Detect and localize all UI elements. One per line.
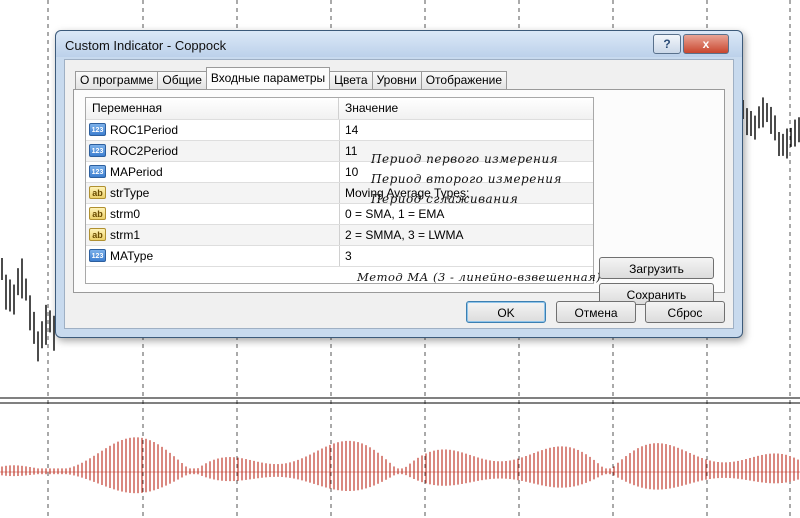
handwritten-note: Период первого измерения [371, 152, 559, 166]
help-button[interactable]: ? [653, 34, 681, 54]
column-header-variable[interactable]: Переменная [86, 98, 339, 119]
variable-name: strm1 [110, 228, 140, 242]
window-title: Custom Indicator - Coppock [65, 38, 227, 53]
tab-inputs[interactable]: Входные параметры [205, 67, 331, 89]
column-header-value[interactable]: Значение [339, 98, 592, 119]
variable-name: MAPeriod [110, 165, 163, 179]
value-cell[interactable]: 14 [340, 120, 593, 140]
variable-cell: ab strm1 [86, 225, 340, 245]
value-text[interactable]: 14 [345, 120, 358, 140]
variable-cell: 123 ROC2Period [86, 141, 340, 161]
variable-name: ROC2Period [110, 144, 179, 158]
variable-cell: ab strm0 [86, 204, 340, 224]
load-button[interactable]: Загрузить [599, 257, 714, 279]
cancel-button[interactable]: Отмена [556, 301, 636, 323]
value-cell[interactable]: 3 [340, 246, 593, 266]
tab-colors[interactable]: Цвета [329, 71, 373, 89]
integer-icon: 123 [89, 165, 106, 178]
custom-indicator-dialog: Custom Indicator - Coppock ? x О програм… [55, 30, 743, 338]
tab-about[interactable]: О программе [75, 71, 159, 89]
table-row[interactable]: ab strm1 2 = SMMA, 3 = LWMA [86, 225, 593, 246]
value-text[interactable]: 3 [345, 246, 352, 266]
string-icon: ab [89, 186, 106, 199]
coppock-histogram [1, 437, 799, 494]
close-button[interactable]: x [683, 34, 729, 54]
tab-strip: О программе Общие Входные параметры Цвет… [75, 67, 508, 89]
table-row[interactable]: ab strm0 0 = SMA, 1 = EMA [86, 204, 593, 225]
variable-name: MAType [110, 249, 154, 263]
tab-levels[interactable]: Уровни [371, 71, 422, 89]
variable-name: ROC1Period [110, 123, 179, 137]
value-cell[interactable]: 0 = SMA, 1 = EMA [340, 204, 593, 224]
value-text[interactable]: 0 = SMA, 1 = EMA [345, 204, 444, 224]
title-bar[interactable]: Custom Indicator - Coppock ? x [56, 31, 742, 57]
table-row[interactable]: 123 ROC1Period 14 [86, 120, 593, 141]
parameters-table: Переменная Значение 123 ROC1Period 14 12… [85, 97, 594, 284]
ok-button[interactable]: OK [466, 301, 546, 323]
table-row[interactable]: 123 MAType 3 [86, 246, 593, 267]
string-icon: ab [89, 228, 106, 241]
integer-icon: 123 [89, 123, 106, 136]
variable-cell: 123 MAPeriod [86, 162, 340, 182]
value-text[interactable]: 2 = SMMA, 3 = LWMA [345, 225, 463, 245]
integer-icon: 123 [89, 249, 106, 262]
handwritten-note: Период второго измерения [371, 172, 562, 186]
inputs-panel: Переменная Значение 123 ROC1Period 14 12… [73, 89, 725, 305]
string-icon: ab [89, 207, 106, 220]
reset-button[interactable]: Сброс [645, 301, 725, 323]
tab-common[interactable]: Общие [157, 71, 207, 89]
integer-icon: 123 [89, 144, 106, 157]
variable-cell: 123 ROC1Period [86, 120, 340, 140]
variable-name: strm0 [110, 207, 140, 221]
variable-cell: ab strType [86, 183, 340, 203]
value-text[interactable]: 11 [345, 141, 357, 161]
handwritten-note: Метод МА (3 - линейно-взвешенная) [357, 270, 602, 284]
handwritten-note: Период сглаживания [371, 192, 519, 206]
tab-visualization[interactable]: Отображение [420, 71, 508, 89]
variable-name: strType [110, 186, 150, 200]
table-header: Переменная Значение [86, 98, 593, 120]
variable-cell: 123 MAType [86, 246, 340, 266]
dialog-client-area: О программе Общие Входные параметры Цвет… [64, 59, 734, 329]
value-cell[interactable]: 2 = SMMA, 3 = LWMA [340, 225, 593, 245]
value-text[interactable]: 10 [345, 162, 358, 182]
